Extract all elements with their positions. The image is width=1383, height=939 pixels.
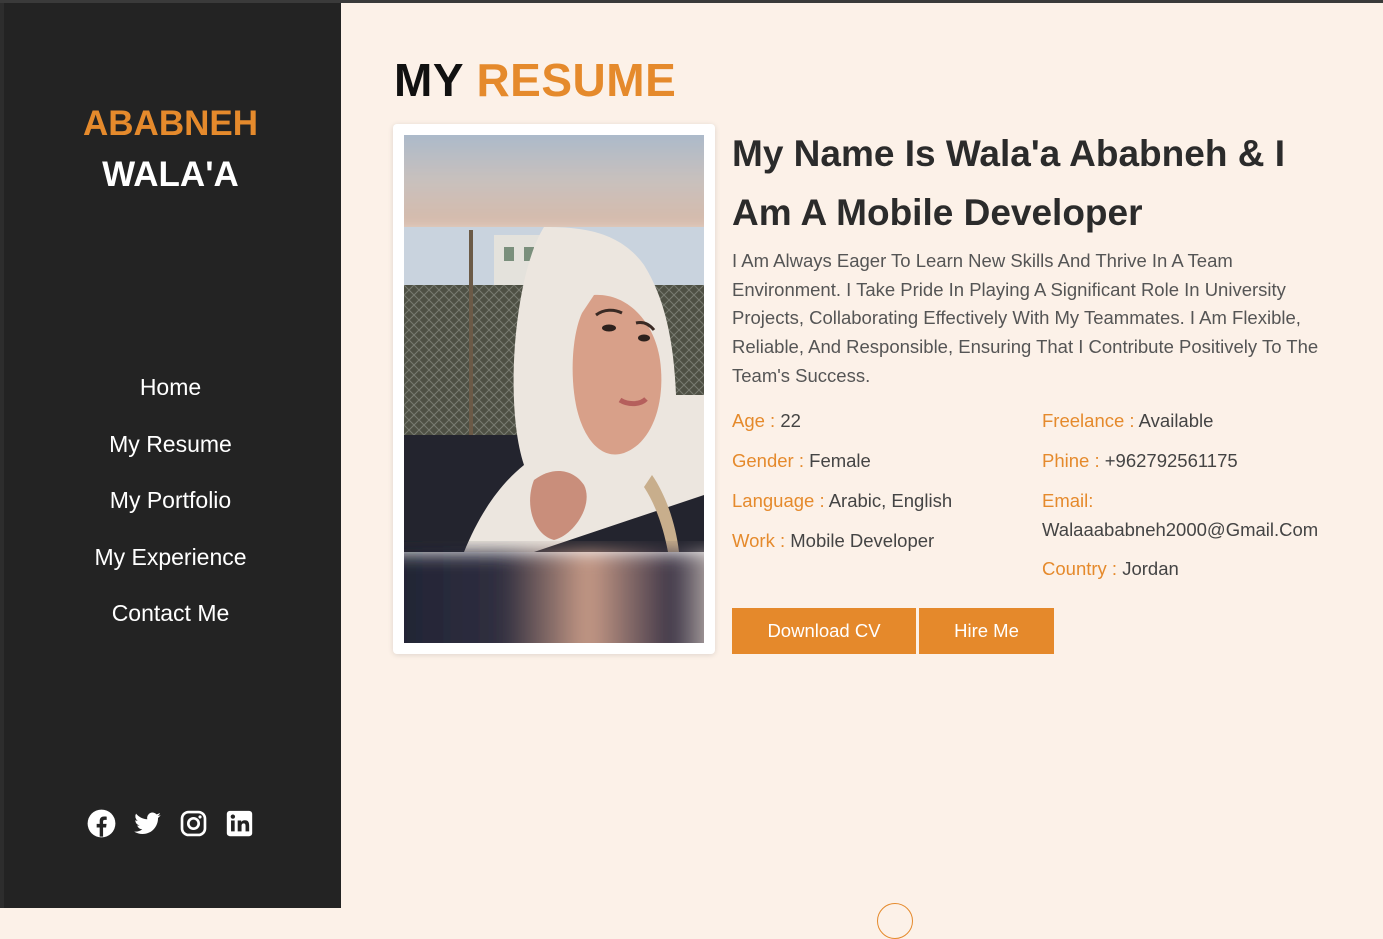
section-title-word-1: MY — [394, 54, 464, 106]
info-phone: Phine : +962792561175 — [1042, 447, 1238, 476]
profile-photo — [404, 135, 704, 643]
info-freelance-value: Available — [1134, 410, 1214, 431]
info-work-value: Mobile Developer — [785, 530, 935, 551]
intro-headline: My Name Is Wala'a Ababneh & I Am A Mobil… — [732, 133, 1285, 233]
info-work: Work : Mobile Developer — [732, 527, 934, 556]
info-email-value[interactable]: Walaaababneh2000@Gmail.Com — [1042, 519, 1318, 540]
nav-item-contact-me[interactable]: Contact Me — [0, 590, 341, 647]
linkedin-icon[interactable] — [225, 809, 254, 838]
brand-first-name: ABABNEH — [83, 104, 258, 143]
brand-logo[interactable]: ABABNEH WALA'A — [0, 98, 341, 200]
nav-item-home[interactable]: Home — [0, 364, 341, 421]
instagram-icon[interactable] — [179, 809, 208, 838]
info-language-value: Arabic, English — [824, 490, 953, 511]
info-language: Language : Arabic, English — [732, 487, 952, 516]
info-work-label: Work : — [732, 530, 786, 551]
info-language-label: Language : — [732, 490, 825, 511]
section-title-word-2: RESUME — [476, 54, 677, 106]
twitter-icon[interactable] — [133, 809, 162, 838]
nav-item-my-experience[interactable]: My Experience — [0, 534, 341, 591]
sidebar: ABABNEH WALA'A Home My Resume My Portfol… — [0, 3, 341, 908]
social-links — [0, 809, 341, 838]
info-age-value: 22 — [775, 410, 801, 431]
info-age-label: Age : — [732, 410, 776, 431]
info-freelance-label: Freelance : — [1042, 410, 1135, 431]
info-email: Email: Walaaababneh2000@Gmail.Com — [1042, 487, 1362, 544]
download-cv-button[interactable]: Download CV — [732, 608, 916, 654]
info-freelance: Freelance : Available — [1042, 407, 1213, 436]
section-title: MY RESUME — [394, 53, 676, 107]
brand-last-name: WALA'A — [102, 155, 239, 194]
info-phone-label: Phine : — [1042, 450, 1100, 471]
facebook-icon[interactable] — [87, 809, 116, 838]
info-country: Country : Jordan — [1042, 555, 1179, 584]
resume-section: MY RESUME My Name Is Wala'a Ababneh & I … — [341, 3, 1383, 939]
nav-item-my-resume[interactable]: My Resume — [0, 421, 341, 478]
info-phone-value: +962792561175 — [1099, 450, 1238, 471]
nav-item-my-portfolio[interactable]: My Portfolio — [0, 477, 341, 534]
intro-description: I Am Always Eager To Learn New Skills An… — [732, 250, 1319, 386]
info-gender: Gender : Female — [732, 447, 871, 476]
info-country-label: Country : — [1042, 558, 1118, 579]
info-gender-value: Female — [804, 450, 871, 471]
profile-photo-card — [393, 124, 715, 654]
main-nav: Home My Resume My Portfolio My Experienc… — [0, 364, 341, 647]
scroll-indicator[interactable] — [877, 903, 913, 939]
info-age: Age : 22 — [732, 407, 801, 436]
info-email-label: Email: — [1042, 490, 1094, 511]
info-country-value: Jordan — [1117, 558, 1179, 579]
info-gender-label: Gender : — [732, 450, 804, 471]
hire-me-button[interactable]: Hire Me — [919, 608, 1054, 654]
